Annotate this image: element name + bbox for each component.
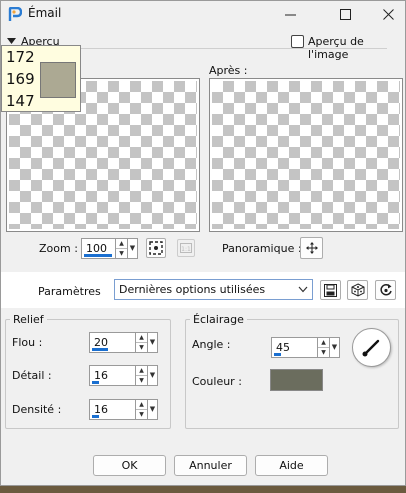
couleur-swatch[interactable] [270, 369, 323, 391]
pan-label: Panoramique : [222, 242, 302, 255]
color-r-value: 172 [6, 48, 35, 66]
densite-label: Densité : [12, 403, 62, 416]
eclairage-title: Éclairage [190, 313, 247, 326]
couleur-label: Couleur : [192, 375, 242, 388]
angle-dial-icon [362, 339, 380, 357]
save-preset-button[interactable] [320, 280, 341, 300]
relief-title: Relief [10, 313, 47, 326]
reset-button[interactable] [375, 280, 396, 300]
zoom-slider-bar [84, 254, 112, 257]
zoom-fit-icon [149, 241, 163, 255]
spin-down-icon[interactable]: ▼ [116, 248, 127, 258]
chevron-down-icon [298, 286, 308, 293]
spin-dropdown-icon[interactable]: ▼ [147, 366, 157, 385]
detail-slider-bar [92, 381, 99, 384]
angle-slider-bar [274, 353, 281, 356]
spin-down-icon[interactable]: ▼ [136, 342, 147, 352]
spin-dropdown-icon[interactable]: ▼ [127, 239, 137, 258]
apres-label: Après : [209, 64, 248, 77]
apercu-image-label: Aperçu de l'image [308, 35, 364, 61]
spin-down-icon[interactable]: ▼ [136, 375, 147, 385]
spin-up-icon[interactable]: ▲ [136, 333, 147, 342]
randomize-button[interactable] [347, 280, 368, 300]
zoom-fit-button[interactable] [146, 238, 166, 258]
move-cross-icon [305, 242, 318, 254]
reset-icon [379, 284, 392, 296]
spin-dropdown-icon[interactable]: ▼ [329, 338, 339, 357]
densite-slider-bar [92, 415, 99, 418]
effect-dialog: Émail Aperçu Aperçu de l'image Après : 1… [0, 0, 406, 486]
spin-down-icon[interactable]: ▼ [318, 347, 329, 357]
spin-dropdown-icon[interactable]: ▼ [147, 400, 157, 419]
angle-dial[interactable] [352, 328, 391, 367]
save-preset-icon [324, 283, 337, 297]
spin-up-icon[interactable]: ▲ [116, 239, 127, 248]
randomize-icon [351, 283, 364, 297]
window-title: Émail [28, 6, 62, 20]
minimize-button[interactable] [267, 1, 313, 28]
zoom-label: Zoom : [39, 242, 78, 255]
zoom-1to1-icon: 1:1 [180, 243, 192, 253]
help-button[interactable]: Aide [255, 455, 328, 476]
color-tooltip: 172 169 147 [1, 45, 81, 112]
collapse-arrow-icon[interactable] [7, 38, 16, 45]
apercu-image-checkbox[interactable] [291, 35, 304, 48]
spin-dropdown-icon[interactable]: ▼ [147, 333, 157, 352]
presets-dropdown[interactable]: Dernières options utilisées [114, 279, 313, 300]
spin-up-icon[interactable]: ▲ [136, 366, 147, 375]
flou-slider-bar [92, 348, 108, 351]
close-button[interactable] [365, 1, 406, 28]
zoom-1to1-button[interactable]: 1:1 [177, 239, 195, 257]
angle-label: Angle : [192, 338, 231, 351]
spin-down-icon[interactable]: ▼ [136, 409, 147, 419]
flou-spinner[interactable]: 20 ▲ ▼ ▼ [89, 332, 158, 353]
color-b-value: 147 [6, 92, 35, 110]
angle-spinner[interactable]: 45 ▲ ▼ ▼ [271, 337, 340, 358]
color-g-value: 169 [6, 70, 35, 88]
cancel-button[interactable]: Annuler [174, 455, 247, 476]
close-icon [382, 9, 394, 20]
flou-label: Flou : [12, 336, 43, 349]
pan-button[interactable] [300, 237, 323, 259]
densite-spinner[interactable]: 16 ▲ ▼ ▼ [89, 399, 158, 420]
detail-label: Détail : [12, 369, 52, 382]
color-swatch [40, 62, 76, 98]
after-preview[interactable] [209, 78, 403, 232]
presets-label: Paramètres [38, 285, 101, 298]
title-bar: Émail [1, 1, 405, 28]
app-logo-icon [8, 7, 22, 21]
spin-up-icon[interactable]: ▲ [318, 338, 329, 347]
svg-text:1:1: 1:1 [181, 246, 191, 253]
detail-spinner[interactable]: 16 ▲ ▼ ▼ [89, 365, 158, 386]
spin-up-icon[interactable]: ▲ [136, 400, 147, 409]
ok-button[interactable]: OK [93, 455, 166, 476]
maximize-button[interactable] [322, 1, 368, 28]
zoom-spinner[interactable]: 100 ▲ ▼ ▼ [81, 238, 138, 259]
maximize-icon [339, 9, 351, 20]
presets-value: Dernières options utilisées [119, 283, 266, 296]
minimize-icon [284, 14, 296, 16]
